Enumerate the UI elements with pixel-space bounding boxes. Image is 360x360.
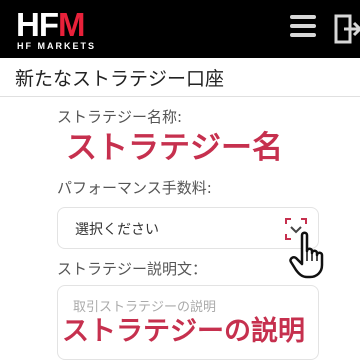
performance-fee-select[interactable]: 選択ください (57, 207, 319, 249)
strategy-name-annotation: ストラテジー名 (66, 128, 283, 168)
strategy-description-annotation: ストラテジーの説明 (62, 314, 305, 350)
logout-icon[interactable] (334, 13, 360, 45)
strategy-description-placeholder: 取引ストラテジーの説明 (73, 300, 217, 315)
title-divider (0, 96, 360, 97)
performance-fee-selected-value: 選択ください (75, 222, 159, 238)
logo-wordmark: HFM (16, 6, 85, 43)
logo-subtitle: HF MARKETS (17, 41, 96, 51)
hamburger-menu-icon[interactable] (290, 15, 316, 41)
top-bar: HFM HF MARKETS (0, 0, 360, 58)
strategy-description-label: ストラテジー説明文： (57, 260, 208, 278)
performance-fee-label: パフォーマンス手数料: (57, 179, 212, 197)
strategy-name-label: ストラテジー名称: (57, 108, 183, 126)
hand-pointer-icon (289, 231, 329, 279)
page-title: 新たなストラテジー口座 (15, 68, 225, 90)
hfm-logo[interactable]: HFM HF MARKETS (16, 6, 116, 54)
